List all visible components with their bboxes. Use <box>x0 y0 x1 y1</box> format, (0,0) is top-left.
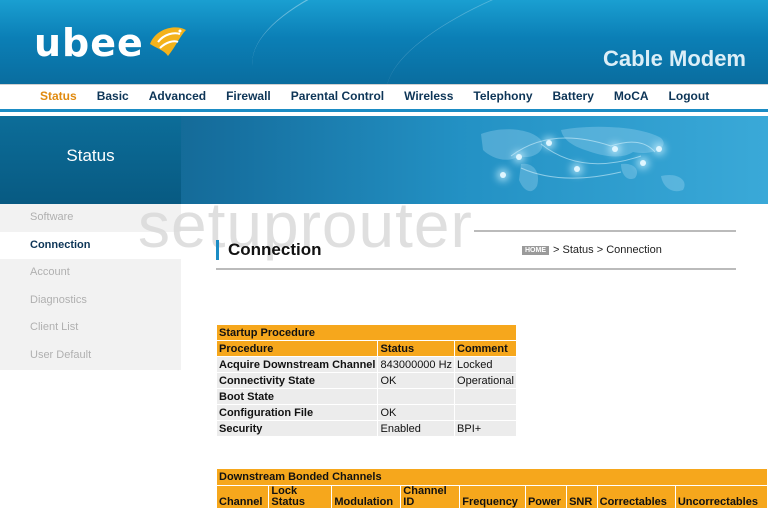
row-status: Enabled <box>377 420 456 437</box>
table-row: Acquire Downstream Channel 843000000 Hz … <box>215 356 517 373</box>
nav-battery[interactable]: Battery <box>553 89 594 103</box>
divider <box>474 230 736 232</box>
row-comment <box>454 404 517 421</box>
row-label: Boot State <box>215 388 379 405</box>
home-link[interactable]: HOME <box>522 245 549 255</box>
row-status: OK <box>377 404 456 421</box>
map-node <box>612 146 618 152</box>
sidebar-item-client-list[interactable]: Client List <box>0 314 181 342</box>
row-label: Connectivity State <box>215 372 379 389</box>
table-row: Security Enabled BPI+ <box>215 420 517 437</box>
map-node <box>656 146 662 152</box>
breadcrumb-path: > Status > Connection <box>553 244 662 256</box>
nav-telephony[interactable]: Telephony <box>473 89 532 103</box>
column-header: Comment <box>454 340 517 357</box>
column-header: Modulation <box>331 485 402 509</box>
table-row: Configuration File OK <box>215 404 517 421</box>
row-comment: Operational <box>454 372 517 389</box>
row-label: Security <box>215 420 379 437</box>
table-row: Connectivity State OK Operational <box>215 372 517 389</box>
map-node <box>574 166 580 172</box>
startup-procedure-table: Startup Procedure Procedure Status Comme… <box>215 324 517 437</box>
fish-logo-icon <box>149 27 186 56</box>
logo-text: ubee <box>34 21 144 65</box>
column-header: Status <box>377 340 456 357</box>
column-header: Correctables <box>596 485 676 509</box>
column-header: Frequency <box>459 485 526 509</box>
map-node <box>546 140 552 146</box>
top-nav: Status Basic Advanced Firewall Parental … <box>0 84 768 112</box>
map-node <box>516 154 522 160</box>
row-status: 843000000 Hz <box>377 356 456 373</box>
column-header: Procedure <box>215 340 379 357</box>
table-row: Boot State <box>215 388 517 405</box>
nav-firewall[interactable]: Firewall <box>226 89 271 103</box>
row-status: OK <box>377 372 456 389</box>
column-header: SNR <box>566 485 598 509</box>
column-header: Lock Status <box>268 485 333 509</box>
map-node <box>640 160 646 166</box>
nav-moca[interactable]: MoCA <box>614 89 649 103</box>
column-header: Uncorrectables <box>674 485 768 509</box>
column-header: Channel <box>215 485 270 509</box>
sidebar-item-account[interactable]: Account <box>0 259 181 287</box>
nav-logout[interactable]: Logout <box>669 89 710 103</box>
sidebar-item-diagnostics[interactable]: Diagnostics <box>0 287 181 315</box>
page-title: Connection <box>228 240 322 259</box>
row-comment: BPI+ <box>454 420 517 437</box>
header-banner: ubee Cable Modem <box>0 0 768 84</box>
breadcrumb: HOME > Status > Connection <box>522 244 662 256</box>
row-comment <box>454 388 517 405</box>
nav-status[interactable]: Status <box>40 89 77 103</box>
page-title-bar: Connection <box>216 240 322 260</box>
nav-items: Status Basic Advanced Firewall Parental … <box>30 89 719 103</box>
nav-advanced[interactable]: Advanced <box>149 89 206 103</box>
nav-parental-control[interactable]: Parental Control <box>291 89 384 103</box>
column-header: Power <box>524 485 568 509</box>
row-status <box>377 388 456 405</box>
product-title: Cable Modem <box>602 46 746 71</box>
map-node <box>500 172 506 178</box>
table-caption: Downstream Bonded Channels <box>216 468 768 486</box>
nav-wireless[interactable]: Wireless <box>404 89 453 103</box>
column-header: Channel ID <box>400 485 461 509</box>
nav-basic[interactable]: Basic <box>97 89 129 103</box>
downstream-channels-table: Downstream Bonded Channels Channel Lock … <box>215 468 768 509</box>
row-label: Acquire Downstream Channel <box>215 356 379 373</box>
divider <box>216 268 736 270</box>
sidebar-item-user-default[interactable]: User Default <box>0 342 181 370</box>
brand-logo: ubee <box>34 20 192 66</box>
banner-title: Status <box>66 146 115 165</box>
row-comment: Locked <box>454 356 517 373</box>
table-caption: Startup Procedure <box>216 324 517 341</box>
row-label: Configuration File <box>215 404 379 421</box>
